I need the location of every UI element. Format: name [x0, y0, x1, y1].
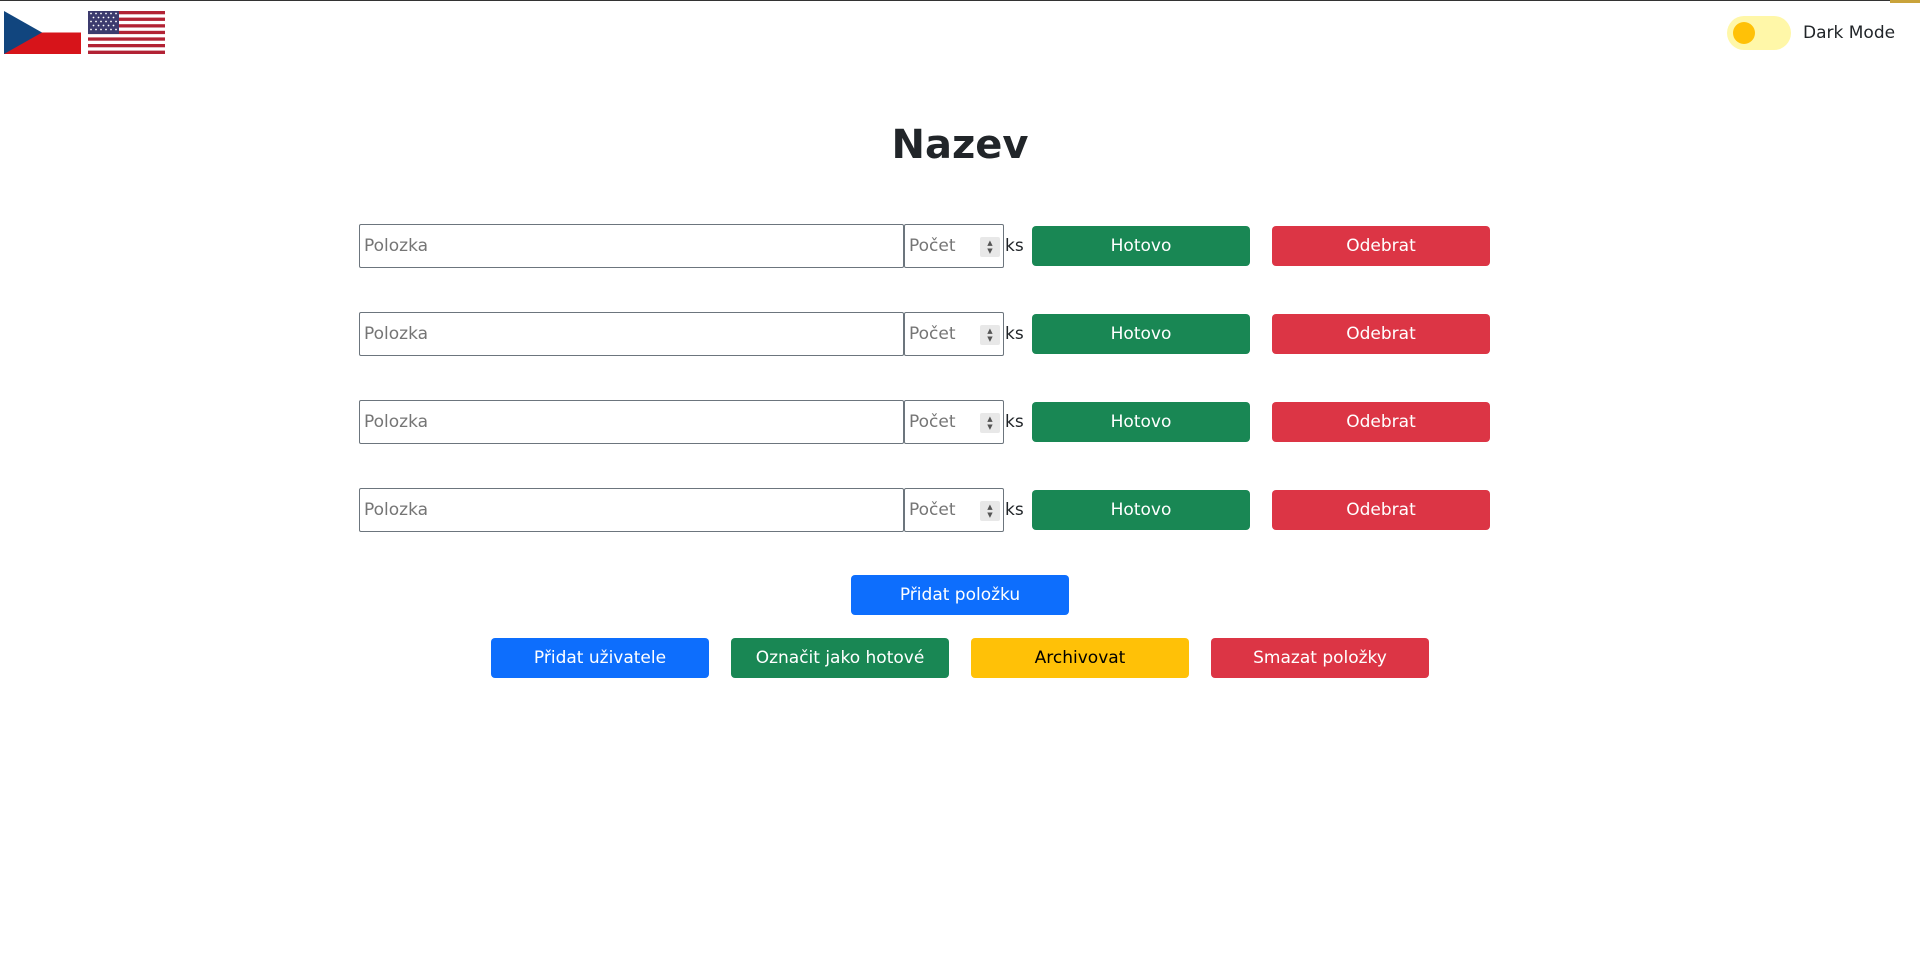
chevron-down-icon[interactable]: ▼ [987, 511, 992, 519]
done-button[interactable]: Hotovo [1032, 402, 1250, 442]
item-name-input[interactable] [359, 400, 904, 444]
remove-button[interactable]: Odebrat [1272, 226, 1490, 266]
unit-label: ks [1005, 236, 1024, 256]
top-border [0, 0, 1920, 1]
quantity-field: ▲ ▼ [904, 400, 1004, 444]
page-title: Nazev [891, 122, 1029, 168]
item-row: ▲ ▼ ks Hotovo Odebrat [359, 400, 1491, 444]
dark-mode-toggle[interactable]: Dark Mode [1727, 16, 1895, 50]
unit-label: ks [1005, 324, 1024, 344]
quantity-field: ▲ ▼ [904, 488, 1004, 532]
quantity-input[interactable] [909, 402, 975, 442]
archive-button[interactable]: Archivovat [971, 638, 1189, 678]
chevron-down-icon[interactable]: ▼ [987, 423, 992, 431]
item-name-input[interactable] [359, 488, 904, 532]
add-user-button[interactable]: Přidat uživatele [491, 638, 709, 678]
quantity-field: ▲ ▼ [904, 312, 1004, 356]
corner-decoration [1890, 0, 1920, 3]
add-item-button[interactable]: Přidat položku [851, 575, 1069, 615]
chevron-up-icon[interactable]: ▲ [987, 503, 992, 511]
czech-flag-icon[interactable] [4, 11, 81, 54]
quantity-input[interactable] [909, 490, 975, 530]
remove-button[interactable]: Odebrat [1272, 402, 1490, 442]
dark-mode-label: Dark Mode [1803, 23, 1896, 43]
remove-button[interactable]: Odebrat [1272, 314, 1490, 354]
us-flag-icon[interactable] [88, 11, 165, 54]
switch-knob [1733, 22, 1755, 44]
chevron-down-icon[interactable]: ▼ [987, 335, 992, 343]
quantity-input[interactable] [909, 226, 975, 266]
item-name-input[interactable] [359, 312, 904, 356]
chevron-up-icon[interactable]: ▲ [987, 239, 992, 247]
quantity-stepper[interactable]: ▲ ▼ [980, 325, 1000, 345]
language-switcher [4, 11, 165, 54]
quantity-stepper[interactable]: ▲ ▼ [980, 237, 1000, 257]
unit-label: ks [1005, 412, 1024, 432]
quantity-stepper[interactable]: ▲ ▼ [980, 413, 1000, 433]
mark-done-button[interactable]: Označit jako hotové [731, 638, 949, 678]
done-button[interactable]: Hotovo [1032, 490, 1250, 530]
remove-button[interactable]: Odebrat [1272, 490, 1490, 530]
done-button[interactable]: Hotovo [1032, 226, 1250, 266]
quantity-input[interactable] [909, 314, 975, 354]
unit-label: ks [1005, 500, 1024, 520]
item-row: ▲ ▼ ks Hotovo Odebrat [359, 224, 1491, 268]
item-name-input[interactable] [359, 224, 904, 268]
chevron-up-icon[interactable]: ▲ [987, 415, 992, 423]
quantity-stepper[interactable]: ▲ ▼ [980, 501, 1000, 521]
quantity-field: ▲ ▼ [904, 224, 1004, 268]
chevron-down-icon[interactable]: ▼ [987, 247, 992, 255]
done-button[interactable]: Hotovo [1032, 314, 1250, 354]
chevron-up-icon[interactable]: ▲ [987, 327, 992, 335]
item-row: ▲ ▼ ks Hotovo Odebrat [359, 488, 1491, 532]
dark-mode-switch[interactable] [1727, 16, 1791, 50]
delete-items-button[interactable]: Smazat položky [1211, 638, 1429, 678]
item-row: ▲ ▼ ks Hotovo Odebrat [359, 312, 1491, 356]
